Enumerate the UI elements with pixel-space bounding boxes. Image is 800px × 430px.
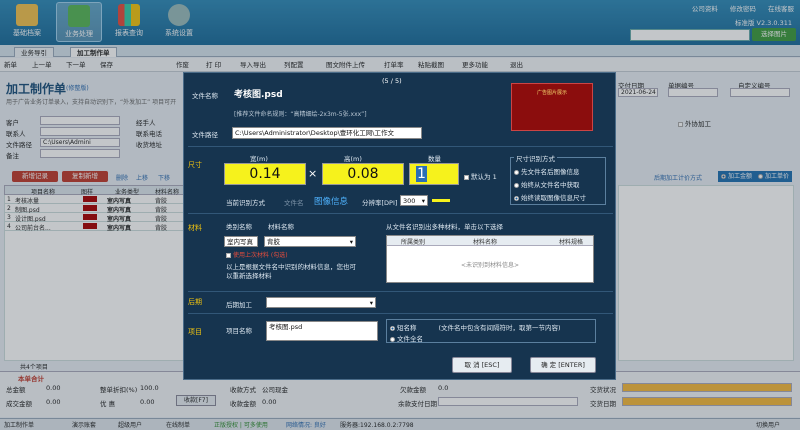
default-one-checkbox[interactable]: 默认为 1 <box>464 171 497 181</box>
full-name-label: 文件全名 <box>397 335 423 343</box>
width-label: 宽(m) <box>250 155 268 163</box>
dpi-value: 300 <box>403 197 416 205</box>
checkbox-icon <box>226 253 231 258</box>
multi-material-list[interactable]: 所属类别 材料名称 材料规格 <未识别到材料信息> <box>386 235 594 283</box>
full-name-radio[interactable]: 文件全名 <box>390 333 423 343</box>
post-process-label: 后期加工 <box>226 301 252 309</box>
preview-text: 广告图片展示 <box>536 90 567 96</box>
section-material: 材料 <box>188 224 202 232</box>
use-last-material-checkbox[interactable]: 使用上次材料 (勾选) <box>226 250 288 259</box>
default-one-label: 默认为 1 <box>471 173 497 181</box>
multi-material-empty: <未识别到材料信息> <box>460 262 520 269</box>
section-post: 后期 <box>188 298 202 306</box>
size-mode-1-label: 先文件名后图像信息 <box>521 168 580 176</box>
chevron-down-icon: ▾ <box>421 197 425 205</box>
material-select[interactable]: 背胶 ▾ <box>264 236 356 247</box>
dpi-select[interactable]: 300 ▾ <box>400 195 428 206</box>
material-note: 以上是根据文件名中识别的材料信息，您也可以重新选择材料 <box>226 263 356 280</box>
file-name-label: 文件名称 <box>192 92 218 100</box>
chevron-down-icon: ▾ <box>369 299 373 307</box>
divider <box>188 213 613 214</box>
file-name-value: 考核图.psd <box>234 90 283 100</box>
size-mode-title: 尺寸识别方式 <box>514 153 557 163</box>
mode-image-info: 图像信息 <box>314 197 349 207</box>
col-category: 所属类别 <box>401 239 426 246</box>
col-material-name: 材料名称 <box>473 239 498 246</box>
radio-icon <box>514 169 519 175</box>
quantity-value: 1 <box>416 166 427 182</box>
size-mode-1[interactable]: 先文件名后图像信息 <box>514 166 580 176</box>
current-mode-label: 当前识别方式 <box>226 199 265 207</box>
size-mode-2-label: 始终从文件名中获取 <box>521 181 580 189</box>
checkbox-icon <box>464 174 469 180</box>
chevron-down-icon: ▾ <box>349 238 353 246</box>
naming-hint: [推荐文件命名规则：“高精细绘-2x3m-5张.xxx”] <box>234 111 367 118</box>
multi-material-header: 所属类别 材料名称 材料规格 <box>387 236 593 246</box>
short-name-note: (文件名中包含有间隔符时，取第一节内容) <box>438 324 561 332</box>
item-name-label: 项目名称 <box>226 327 252 335</box>
section-size: 尺寸 <box>188 161 202 169</box>
width-input[interactable]: 0.14 <box>224 163 306 185</box>
quantity-input[interactable]: 1 <box>409 163 459 185</box>
dpi-slider[interactable] <box>432 199 450 202</box>
radio-icon <box>390 336 395 342</box>
file-path-field[interactable]: C:\Users\Administrator\Desktop\壹环化工网\工作文 <box>232 127 422 139</box>
size-mode-2[interactable]: 始终从文件名中获取 <box>514 179 580 189</box>
image-recognition-dialog: (5 / 5) 文件名称 考核图.psd [推荐文件命名规则：“高精细绘-2x3… <box>183 72 616 380</box>
item-name-field[interactable]: 考核图.psd <box>266 321 378 341</box>
height-label: 高(m) <box>344 155 362 163</box>
file-path-label: 文件路径 <box>192 131 218 139</box>
divider <box>188 313 613 314</box>
use-last-label: 使用上次材料 (勾选) <box>233 252 288 259</box>
divider <box>188 291 613 292</box>
section-item: 项目 <box>188 328 202 336</box>
divider <box>188 146 613 147</box>
cancel-button[interactable]: 取 消 [ESC] <box>452 357 512 373</box>
material-value: 背胶 <box>267 238 280 246</box>
size-mode-3[interactable]: 始终读取图像信息尺寸 <box>514 192 586 202</box>
category-label: 类别名称 <box>226 223 252 231</box>
short-name-label: 短名称 <box>397 324 417 332</box>
confirm-button[interactable]: 确 定 [ENTER] <box>530 357 596 373</box>
multi-material-title: 从文件名识别出多种材料，单击以下选择 <box>386 223 503 231</box>
short-name-radio[interactable]: 短名称 (文件名中包含有间隔符时，取第一节内容) <box>390 322 561 332</box>
col-spec: 材料规格 <box>559 239 584 246</box>
radio-icon <box>514 182 519 188</box>
category-field[interactable]: 室内写真 <box>224 236 258 247</box>
quantity-label: 数量 <box>428 155 441 163</box>
mode-filename: 文件名 <box>284 199 304 207</box>
radio-icon <box>514 195 519 201</box>
size-mode-3-label: 始终读取图像信息尺寸 <box>521 194 586 202</box>
multiply-icon: × <box>308 167 318 180</box>
dialog-counter: (5 / 5) <box>382 77 402 85</box>
image-preview: 广告图片展示 <box>511 83 593 131</box>
post-process-select[interactable]: ▾ <box>266 297 376 308</box>
material-label: 材料名称 <box>268 223 294 231</box>
radio-icon <box>390 325 395 331</box>
dpi-label: 分辨率[DPI] <box>362 199 398 207</box>
height-input[interactable]: 0.08 <box>322 163 404 185</box>
